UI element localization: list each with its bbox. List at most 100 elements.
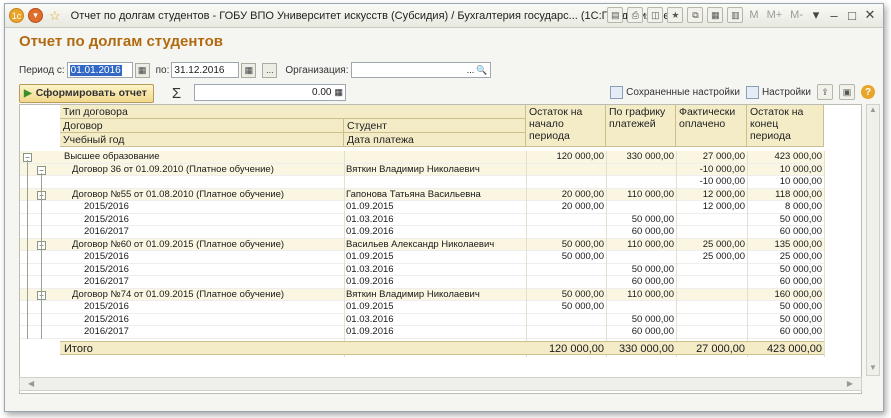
header-end-balance: Остаток на конец периода [747, 105, 824, 147]
table-row[interactable]: 2015/2016 01.03.2016 50 000,00 50 000,00 [20, 314, 825, 327]
table-row[interactable]: 2016/2017 01.09.2016 60 000,00 60 000,00 [20, 226, 825, 239]
table-row[interactable]: 2015/2016 01.03.2016 50 000,00 50 000,00 [20, 214, 825, 227]
table-row[interactable]: Договор №60 от 01.09.2015 (Платное обуче… [20, 238, 825, 252]
row-student: Васильев Александр Николаевич [346, 238, 495, 250]
maximize-icon[interactable]: □ [845, 8, 859, 23]
table-row[interactable]: Договор №55 от 01.08.2010 (Платное обуче… [20, 188, 825, 202]
column-separator [526, 151, 527, 357]
app-logo-icon[interactable]: 1c [9, 8, 24, 23]
report-grid[interactable]: Тип договора Договор Студент Учебный год… [19, 104, 862, 394]
row-student: 01.09.2015 [346, 301, 394, 312]
settings-label: Настройки [761, 86, 811, 98]
row-name: 2015/2016 [84, 213, 129, 225]
report-title: Отчет по долгам студентов [19, 33, 223, 50]
table-row[interactable]: Договор 36 от 01.09.2010 (Платное обучен… [20, 163, 825, 177]
table-row[interactable]: 2016/2017 01.09.2016 60 000,00 60 000,00 [20, 276, 825, 289]
period-select-button[interactable]: ... [262, 62, 278, 78]
calculator-icon[interactable]: ▦ [707, 7, 724, 23]
row-start: 20 000,00 [561, 188, 604, 200]
header-student: Студент [344, 119, 526, 133]
main-menu-icon[interactable]: ▾ [28, 8, 43, 23]
column-separator [824, 151, 825, 357]
row-start: 20 000,00 [561, 201, 604, 212]
favorite-star-icon[interactable]: ☆ [49, 8, 61, 24]
panel-icon[interactable]: ▣ [839, 84, 855, 100]
saved-settings-button[interactable]: Сохраненные настройки [610, 85, 740, 99]
row-paid: 25 000,00 [702, 238, 745, 250]
sum-field[interactable]: 0.00 ▦ [194, 84, 346, 101]
help-icon[interactable]: ? [861, 85, 875, 99]
link-icon[interactable]: ⧉ [687, 7, 704, 23]
memory-button[interactable]: M [747, 9, 760, 21]
dropdown-icon[interactable]: ▾ [809, 7, 823, 23]
tree-line [41, 172, 42, 339]
calendar-icon[interactable]: ▥ [727, 7, 744, 23]
calendar-to-icon[interactable]: ▦ [241, 62, 257, 78]
table-row[interactable]: 2015/2016 01.03.2016 50 000,00 50 000,00 [20, 264, 825, 277]
settings-icon [745, 85, 759, 99]
row-name: Высшее образование [64, 151, 160, 162]
row-end: 135 000,00 [774, 238, 822, 250]
column-separator [606, 151, 607, 357]
org-label: Организация: [285, 64, 349, 76]
row-student: 01.09.2016 [346, 326, 394, 337]
total-label: Итого [64, 343, 93, 355]
row-name: Договор №74 от 01.09.2015 (Платное обуче… [72, 288, 285, 300]
org-select-button[interactable]: ... [467, 65, 475, 75]
save-icon[interactable]: ▤ [607, 7, 624, 23]
row-paid: -10 000,00 [699, 176, 745, 187]
table-row[interactable]: 2015/2016 01.09.2015 50 000,00 25 000,00 25 … [20, 251, 825, 264]
vertical-scrollbar[interactable]: ▲ ▼ [866, 104, 880, 376]
row-paid: 12 000,00 [702, 201, 745, 212]
row-name: 2015/2016 [84, 263, 129, 275]
minimize-icon[interactable]: – [827, 8, 841, 23]
column-separator [344, 151, 345, 357]
date-to-field[interactable]: 31.12.2016 [171, 62, 240, 78]
table-row[interactable]: 2015/2016 01.09.2015 20 000,00 12 000,00 8 0… [20, 201, 825, 214]
export-icon[interactable]: ⇪ [817, 84, 833, 100]
row-end: 423 000,00 [774, 151, 822, 162]
row-name: 2016/2017 [84, 326, 129, 337]
row-sched: 50 000,00 [631, 263, 674, 275]
row-student: 01.03.2016 [346, 263, 394, 275]
memory-plus-button[interactable]: M+ [765, 9, 785, 21]
title-tools: ▤ ⎙ ◫ ★ ⧉ ▦ ▥ M M+ M- ▾ – □ ✕ [607, 7, 877, 23]
calendar-from-icon[interactable]: ▦ [134, 62, 150, 78]
total-sched: 330 000,00 [618, 343, 674, 355]
sum-calc-icon[interactable]: ▦ [334, 87, 343, 98]
favorites-add-icon[interactable]: ★ [667, 7, 684, 23]
row-end: 118 000,00 [775, 188, 822, 200]
row-student: Вяткин Владимир Николаевич [346, 163, 480, 175]
date-from-value: 01.01.2016 [69, 64, 122, 76]
close-icon[interactable]: ✕ [863, 7, 877, 23]
table-row[interactable]: -10 000,00 10 000,00 [20, 176, 825, 189]
horizontal-scrollbar[interactable]: ◀ ▶ [19, 377, 862, 391]
org-field[interactable]: ... 🔍 [350, 62, 491, 78]
total-end: 423 000,00 [766, 343, 822, 355]
row-paid: 12 000,00 [702, 188, 745, 200]
print-icon[interactable]: ⎙ [627, 7, 644, 23]
scroll-down-icon[interactable]: ▼ [867, 363, 879, 375]
header-academic-year: Учебный год [60, 133, 344, 147]
scroll-left-icon[interactable]: ◀ [28, 379, 34, 388]
scroll-right-icon[interactable]: ▶ [847, 379, 853, 388]
generate-report-button[interactable]: ▶ Сформировать отчет [19, 83, 154, 103]
row-end: 60 000,00 [779, 326, 822, 337]
period-row: Период с: 01.01.2016 ▦ по: 31.12.2016 ▦ … [19, 61, 491, 79]
table-row[interactable]: 2015/2016 01.09.2015 50 000,00 50 000,00 [20, 301, 825, 314]
memory-minus-button[interactable]: M- [788, 9, 805, 21]
row-end: 50 000,00 [779, 313, 822, 325]
row-name: Договор 36 от 01.09.2010 (Платное обучен… [72, 163, 274, 175]
table-row[interactable]: Договор №74 от 01.09.2015 (Платное обуче… [20, 288, 825, 302]
date-from-field[interactable]: 01.01.2016 [66, 62, 133, 78]
row-end: 160 000,00 [774, 288, 822, 300]
row-start: 50 000,00 [561, 251, 604, 262]
saved-settings-label: Сохраненные настройки [626, 86, 740, 98]
preview-icon[interactable]: ◫ [647, 7, 664, 23]
table-row[interactable]: 2016/2017 01.09.2016 60 000,00 60 000,00 [20, 326, 825, 339]
scroll-up-icon[interactable]: ▲ [867, 105, 879, 117]
table-row[interactable]: Высшее образование 120 000,00 330 000,00 27… [20, 151, 825, 164]
settings-button[interactable]: Настройки [745, 85, 811, 99]
row-student: 01.09.2015 [346, 201, 394, 212]
org-search-icon[interactable]: 🔍 [476, 65, 487, 76]
